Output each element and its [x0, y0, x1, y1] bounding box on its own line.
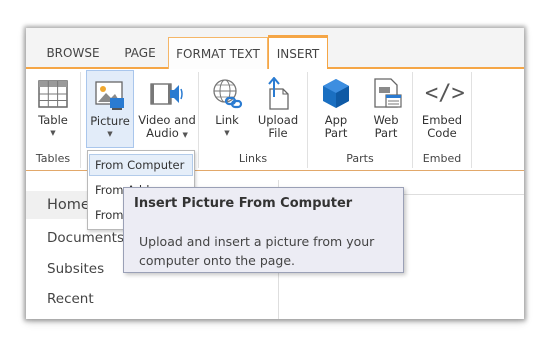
video-audio-button-label: Video and Audio ▼ [138, 113, 196, 140]
ribbon-group-tables: Table ▼ Tables [26, 69, 80, 170]
link-icon [213, 79, 243, 109]
picture-button[interactable]: Picture ▼ [86, 70, 134, 148]
web-part-icon [374, 78, 402, 108]
group-label-links: Links [238, 152, 268, 165]
ribbon-group-links: Link ▼ Upload File Links [199, 69, 307, 170]
chevron-down-icon: ▼ [107, 130, 113, 138]
ribbon-group-embed: </> Embed Code Embed [413, 69, 471, 170]
group-label-parts: Parts [346, 152, 374, 165]
group-separator [471, 72, 472, 168]
table-button-label: Table ▼ [30, 114, 76, 140]
video-audio-icon [150, 83, 183, 105]
tooltip-title: Insert Picture From Computer [134, 196, 353, 211]
content-top-border [404, 194, 524, 195]
web-part-button-label: Web Part [373, 113, 399, 140]
menu-item-from-computer[interactable]: From Computer [89, 154, 193, 176]
tab-page[interactable]: PAGE [112, 37, 168, 69]
group-label-tables: Tables [35, 152, 71, 165]
picture-icon [95, 81, 124, 110]
web-part-button[interactable]: Web Part [363, 70, 409, 148]
ribbon-tab-bar: BROWSE PAGE FORMAT TEXT INSERT [26, 28, 524, 70]
tab-insert[interactable]: INSERT [268, 35, 328, 70]
embed-code-button-label: Embed Code [421, 113, 463, 140]
chevron-down-icon: ▼ [182, 131, 188, 139]
group-label-embed: Embed [422, 152, 462, 165]
tab-browse[interactable]: BROWSE [34, 37, 112, 69]
embed-code-button[interactable]: </> Embed Code [418, 70, 466, 148]
chevron-down-icon: ▼ [224, 129, 230, 137]
app-part-icon [323, 79, 349, 108]
app-part-button-label: App Part [324, 113, 348, 140]
picture-button-label: Picture ▼ [87, 115, 133, 141]
chevron-down-icon: ▼ [50, 129, 56, 137]
video-audio-button[interactable]: Video and Audio ▼ [138, 70, 196, 148]
tab-format-text[interactable]: FORMAT TEXT [168, 37, 268, 69]
link-button-label: Link ▼ [204, 114, 250, 140]
table-icon [38, 80, 68, 108]
upload-file-icon [268, 77, 289, 110]
embed-code-icon: </> [425, 81, 465, 106]
tooltip: Insert Picture From Computer Upload and … [123, 187, 404, 273]
app-part-button[interactable]: App Part [313, 70, 359, 148]
upload-file-button[interactable]: Upload File [254, 70, 302, 148]
table-button[interactable]: Table ▼ [30, 70, 76, 148]
upload-file-button-label: Upload File [257, 113, 299, 140]
sharepoint-window: BROWSE PAGE FORMAT TEXT INSERT Table ▼ T… [26, 28, 524, 319]
nav-item-recent[interactable]: Recent [26, 285, 278, 313]
ribbon-group-parts: App Part Web Part Parts [308, 69, 412, 170]
tooltip-body: Upload and insert a picture from your co… [139, 234, 375, 268]
link-button[interactable]: Link ▼ [204, 70, 250, 148]
